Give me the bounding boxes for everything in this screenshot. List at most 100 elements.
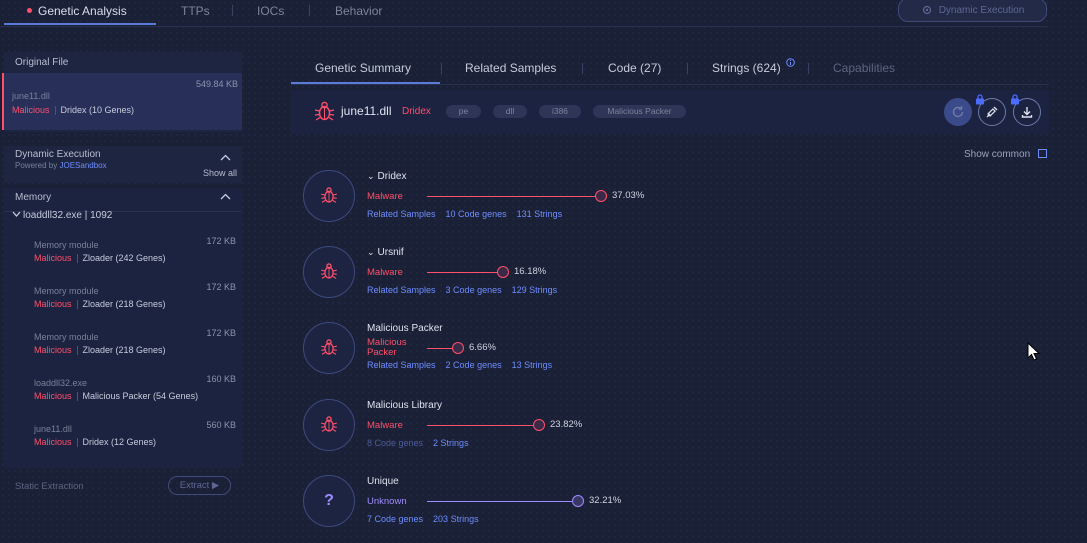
memory-item[interactable]: Memory module 172 KB Malicious Zloader (2… [4,326,242,370]
gene-link[interactable]: Related Samples [367,209,436,219]
memory-title: Memory [15,192,52,203]
memory-item[interactable]: loaddll32.exe 160 KB Malicious Malicious … [4,372,242,416]
tab-iocs[interactable]: IOCs [257,4,284,18]
original-file-card[interactable]: 549.84 KB june11.dll Malicious Dridex (10… [2,73,242,130]
original-file-title: Original File [15,57,69,68]
chevron-down-icon [12,211,21,217]
tab-capabilities: Capabilities [833,61,896,75]
gene-title[interactable]: Unique [367,476,399,487]
memory-item-size: 560 KB [206,420,236,430]
file-size: 549.84 KB [195,79,238,89]
gene-link[interactable]: 13 Strings [512,360,553,370]
bug-icon [320,415,338,436]
tab-code[interactable]: Code (27) [608,61,661,75]
tag-chip: i386 [539,105,581,118]
download-icon [1021,107,1033,118]
tab-ttps[interactable]: TTPs [181,4,210,18]
divider [582,63,583,74]
gene-link[interactable]: 2 Code genes [446,360,502,370]
info-icon[interactable] [786,58,795,67]
tab-behavior[interactable]: Behavior [335,4,382,18]
divider [54,105,56,115]
bug-icon [320,338,338,359]
gene-links: 7 Code genes 203 Strings [367,514,489,524]
gene-percent: 16.18% [514,266,547,277]
memory-item[interactable]: Memory module 172 KB Malicious Zloader (2… [4,234,242,278]
joesandbox-link[interactable]: JOESandbox [59,161,106,170]
tag-chip: dll [493,105,527,118]
show-common-checkbox[interactable] [1038,149,1047,158]
gene-type: Malware [367,267,403,278]
gene-link[interactable]: 7 Code genes [367,514,423,524]
gene-score-knob [533,419,545,431]
powered-prefix: Powered by [15,161,60,170]
gene-title[interactable]: Malicious Packer [367,323,443,334]
chevron-down-icon[interactable]: ⌄ [367,247,375,258]
gene-score-knob [497,266,509,278]
gene-avatar [303,246,355,298]
syringe-icon [986,106,998,118]
tag-chip: pe [446,105,481,118]
gene-percent: 6.66% [469,342,496,353]
gene-score-knob [452,342,464,354]
dynamic-execution-button[interactable]: Dynamic Execution [898,0,1047,22]
verdict-label: Malicious [34,253,72,263]
gene-score-bar [427,272,503,273]
gene-title-label: Malicious Library [367,400,443,411]
memory-item-size: 172 KB [206,328,236,338]
memory-item[interactable]: june11.dll 560 KB Malicious Dridex (12 Ge… [4,418,242,462]
divider [232,5,233,16]
divider [76,392,78,402]
file-bar-name: june11.dll [341,104,392,118]
gene-title[interactable]: ⌄ Dridex [367,171,406,182]
bug-icon [314,101,335,121]
gene-link[interactable]: Related Samples [367,360,436,370]
gene-title[interactable]: Malicious Library [367,400,442,411]
gene-title[interactable]: ⌄ Ursnif [367,247,404,258]
extract-button[interactable]: Extract ▶ [168,476,231,495]
gene-link[interactable]: 10 Code genes [446,209,507,219]
verdict-label: Malicious [34,299,72,309]
verdict-label: Malicious [34,437,72,447]
gene-links: Related Samples 10 Code genes 131 Strings [367,209,572,219]
chevron-down-icon[interactable]: ⌄ [367,171,375,182]
memory-item-name: Memory module [34,332,99,342]
gene-title-label: Unique [367,476,399,487]
memory-item-size: 160 KB [206,374,236,384]
gene-link[interactable]: 3 Code genes [446,285,502,295]
static-extraction-label: Static Extraction [15,481,84,492]
process-row[interactable]: loaddll32.exe | 1092 [12,210,112,221]
memory-item-info: Malicious Zloader (218 Genes) [34,299,166,310]
tab-strings[interactable]: Strings (624) [712,61,781,75]
gene-link[interactable]: 131 Strings [517,209,563,219]
file-name: june11.dll [12,91,50,101]
memory-item-info: Malicious Zloader (242 Genes) [34,253,166,264]
tab-genetic-summary[interactable]: Genetic Summary [315,61,411,75]
process-label: loaddll32.exe | 1092 [23,210,113,221]
mouse-cursor-icon [1027,342,1040,361]
chevron-up-icon[interactable] [220,193,231,200]
lock-icon [976,94,984,105]
refresh-button[interactable] [944,98,972,126]
gene-links: Related Samples 2 Code genes 13 Strings [367,360,562,370]
gene-links: Related Samples 3 Code genes 129 Strings [367,285,567,295]
divider [76,254,78,264]
verdict-label: Malicious [34,391,72,401]
gene-type: Malware [367,420,403,431]
memory-item-name: loaddll32.exe [34,378,88,388]
memory-item[interactable]: Memory module 172 KB Malicious Zloader (2… [4,280,242,324]
active-tab-underline [4,23,156,25]
gene-link[interactable]: 203 Strings [433,514,479,524]
dynamic-title: Dynamic Execution [15,149,101,160]
memory-item-info: Malicious Malicious Packer (54 Genes) [34,391,198,402]
verdict-label: Malicious [12,105,50,115]
gene-link[interactable]: 2 Strings [433,438,469,448]
gene-link[interactable]: 8 Code genes [367,438,423,448]
gene-link[interactable]: 129 Strings [512,285,558,295]
chevron-up-icon[interactable] [220,154,231,161]
tab-related-samples[interactable]: Related Samples [465,61,556,75]
show-all-link[interactable]: Show all [203,168,237,178]
gene-link[interactable]: Related Samples [367,285,436,295]
divider [441,63,442,74]
tab-genetic-analysis[interactable]: Genetic Analysis [27,4,127,18]
